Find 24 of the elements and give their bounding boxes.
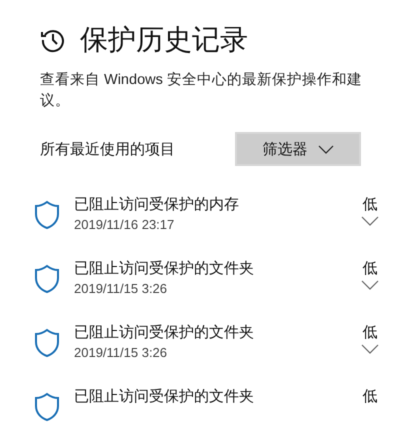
severity-label: 低	[362, 259, 378, 279]
item-date: 2019/11/15 3:26	[74, 280, 168, 298]
page-title: 保护历史记录	[80, 23, 248, 57]
section-label: 所有最近使用的项目	[40, 140, 176, 158]
shield-icon	[34, 328, 60, 358]
page-description: 查看来自 Windows 安全中心的最新保护操作和建议。	[40, 70, 363, 111]
chevron-down-icon	[318, 144, 334, 154]
shield-icon	[34, 200, 60, 230]
shield-icon	[34, 264, 60, 294]
severity-label: 低	[362, 323, 378, 343]
item-date: 2019/11/16 23:17	[74, 216, 176, 234]
history-clock-icon	[40, 27, 66, 53]
item-title: 已阻止访问受保护的文件夹	[74, 323, 255, 343]
item-title: 已阻止访问受保护的内存	[74, 195, 240, 215]
expand-chevron-icon[interactable]	[361, 344, 379, 354]
shield-icon	[34, 392, 60, 422]
filter-button[interactable]: 筛选器	[235, 132, 361, 166]
item-title: 已阻止访问受保护的文件夹	[74, 259, 255, 279]
expand-chevron-icon[interactable]	[361, 280, 379, 290]
item-title: 已阻止访问受保护的文件夹	[74, 387, 255, 407]
expand-chevron-icon[interactable]	[361, 216, 379, 226]
severity-label: 低	[362, 387, 378, 407]
item-date: 2019/11/15 3:26	[74, 344, 168, 362]
severity-label: 低	[362, 195, 378, 215]
